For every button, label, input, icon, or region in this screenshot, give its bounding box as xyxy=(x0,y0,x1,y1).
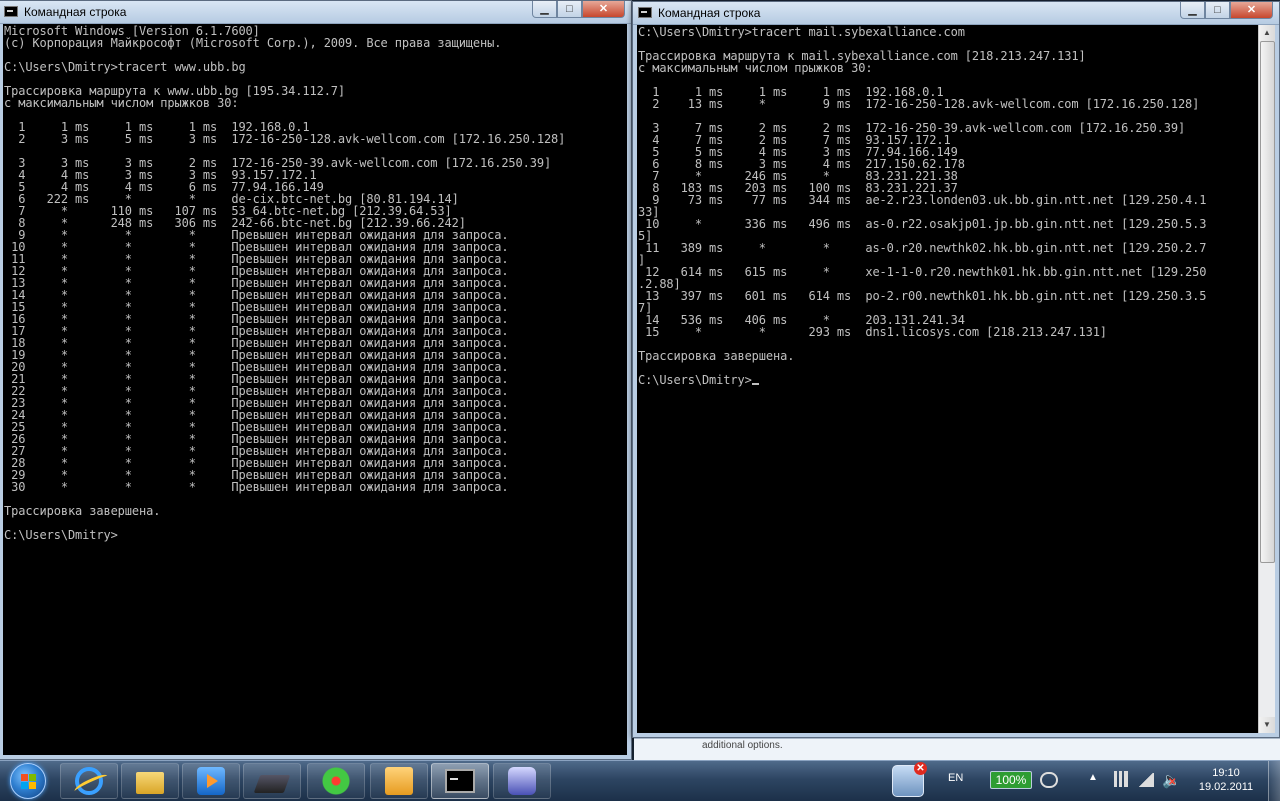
cmd-icon xyxy=(638,7,652,18)
icq-flower-icon xyxy=(322,767,350,795)
cmd-icon xyxy=(4,6,18,17)
close-button[interactable]: ✕ xyxy=(1230,2,1273,19)
taskbar-icq[interactable] xyxy=(307,763,365,799)
network-signal-icon[interactable] xyxy=(1114,771,1128,787)
start-button[interactable] xyxy=(4,763,52,799)
scroll-down-arrow-icon[interactable]: ▼ xyxy=(1259,717,1275,733)
cmd-window-left[interactable]: Командная строка ▁ □ ✕ Microsoft Windows… xyxy=(0,0,632,760)
taskbar-internet-explorer[interactable] xyxy=(60,763,118,799)
battery-indicator[interactable]: 100% xyxy=(990,771,1032,789)
background-window-text: additional options. xyxy=(702,740,783,751)
taskbar-command-prompt[interactable] xyxy=(431,763,489,799)
language-indicator[interactable]: EN xyxy=(948,772,963,784)
wireless-bars-icon[interactable] xyxy=(1138,773,1154,787)
console-text: C:\Users\Dmitry>tracert mail.sybexallian… xyxy=(638,25,1207,387)
console-text: Microsoft Windows [Version 6.1.7600] (с)… xyxy=(4,24,566,542)
background-window-strip: additional options. xyxy=(634,738,1280,760)
taskbar-utility[interactable] xyxy=(493,763,551,799)
taskbar-computer[interactable] xyxy=(243,763,301,799)
laptop-icon xyxy=(253,775,291,793)
command-prompt-icon xyxy=(445,769,475,793)
power-plug-icon[interactable] xyxy=(1040,772,1058,788)
command-prompt-line[interactable]: C:\Users\Dmitry> xyxy=(638,373,752,387)
console-output[interactable]: C:\Users\Dmitry>tracert mail.sybexallian… xyxy=(637,25,1259,733)
title-bar[interactable]: Командная строка ▁ □ ✕ xyxy=(0,1,631,24)
folder-icon xyxy=(136,772,164,794)
window-title: Командная строка xyxy=(658,6,761,20)
taskbar: ✕ EN 100% ▲ 🔈 ✕ 19:10 19.02.2011 xyxy=(0,760,1280,801)
close-button[interactable]: ✕ xyxy=(582,1,625,18)
taskbar-installer[interactable] xyxy=(370,763,428,799)
maximize-button[interactable]: □ xyxy=(1205,2,1230,19)
utility-app-icon xyxy=(508,767,536,795)
clock-time: 19:10 xyxy=(1212,767,1240,779)
minimize-button[interactable]: ▁ xyxy=(1180,2,1205,19)
taskbar-explorer[interactable] xyxy=(121,763,179,799)
media-player-icon xyxy=(197,767,225,795)
muted-x-icon: ✕ xyxy=(1168,777,1177,788)
clock-date: 19.02.2011 xyxy=(1198,781,1254,793)
show-hidden-icons-arrow-icon[interactable]: ▲ xyxy=(1088,772,1098,783)
windows-logo-icon xyxy=(10,763,46,799)
scroll-thumb[interactable] xyxy=(1260,41,1275,563)
error-badge-icon: ✕ xyxy=(914,762,927,775)
taskbar-media-player[interactable] xyxy=(182,763,240,799)
maximize-button[interactable]: □ xyxy=(557,1,582,18)
vertical-scrollbar[interactable]: ▲ ▼ xyxy=(1258,25,1275,733)
title-bar[interactable]: Командная строка ▁ □ ✕ xyxy=(633,2,1279,25)
clock[interactable]: 19:10 19.02.2011 xyxy=(1186,766,1266,794)
minimize-button[interactable]: ▁ xyxy=(532,1,557,18)
cmd-window-right[interactable]: Командная строка ▁ □ ✕ C:\Users\Dmitry>t… xyxy=(632,1,1280,738)
internet-explorer-icon xyxy=(75,767,103,795)
console-output[interactable]: Microsoft Windows [Version 6.1.7600] (с)… xyxy=(3,24,627,755)
show-desktop-button[interactable] xyxy=(1268,761,1280,801)
scroll-up-arrow-icon[interactable]: ▲ xyxy=(1259,25,1275,41)
text-cursor xyxy=(751,383,759,385)
package-icon xyxy=(385,767,413,795)
window-title: Командная строка xyxy=(24,5,127,19)
